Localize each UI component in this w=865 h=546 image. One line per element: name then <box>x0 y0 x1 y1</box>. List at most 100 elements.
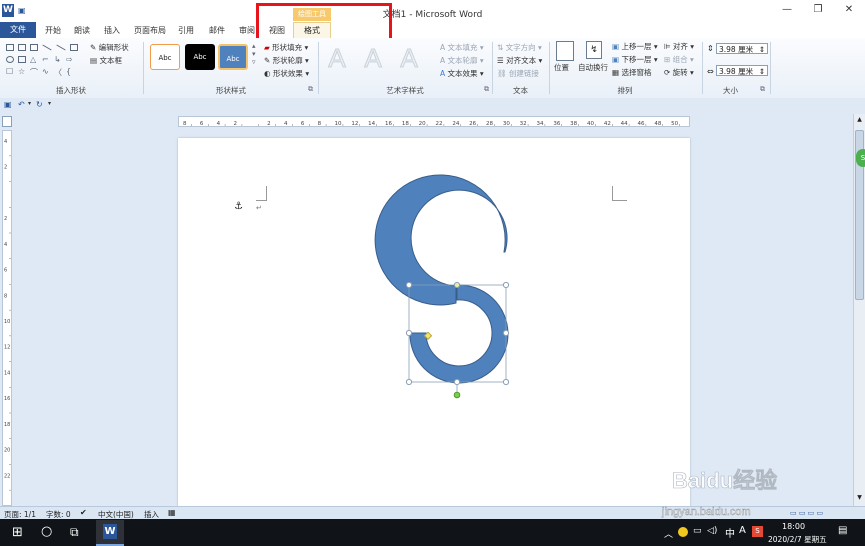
text-fill-button[interactable]: A 文本填充 ▾ <box>440 42 484 53</box>
v-ruler-tick-label: 12 <box>4 345 10 351</box>
undo-icon[interactable]: ↶ <box>18 100 25 109</box>
shape-effects-button[interactable]: ◐ 形状效果 ▾ <box>264 68 309 79</box>
tray-app-icon[interactable] <box>678 527 688 537</box>
document-page[interactable]: ⚓ ↵ <box>178 138 690 508</box>
text-effects-icon: A <box>440 69 448 78</box>
shape-width-input[interactable]: 3.98 厘米 ⇕ <box>716 65 768 76</box>
task-view-icon[interactable]: ⧉ <box>70 525 79 540</box>
resize-handle-bottom-right[interactable] <box>502 378 510 386</box>
tab-references[interactable]: 引用 <box>178 25 194 37</box>
search-icon[interactable]: ○ <box>41 524 52 539</box>
shape-height-input[interactable]: 3.98 厘米 ⇕ <box>716 43 768 54</box>
tab-page-layout[interactable]: 页面布局 <box>134 25 166 37</box>
rotate-button[interactable]: ⟳ 旋转 ▾ <box>664 67 694 78</box>
align-button[interactable]: ⊫ 对齐 ▾ <box>664 41 694 52</box>
tab-selector[interactable] <box>2 116 12 127</box>
h-ruler-tick-label: 42 <box>604 121 611 127</box>
resize-handle-mid-right[interactable] <box>502 329 510 337</box>
resize-handle-bottom-mid[interactable] <box>453 378 461 386</box>
rotation-handle[interactable] <box>453 391 461 399</box>
tab-review[interactable]: 审阅 <box>239 25 255 37</box>
customize-qat-icon[interactable]: ▾ <box>48 100 51 107</box>
proofing-icon[interactable]: ✔ <box>80 508 87 517</box>
clock-date[interactable]: 2020/2/7 星期五 <box>768 534 827 545</box>
tab-insert[interactable]: 插入 <box>104 25 120 37</box>
resize-handle-top-mid[interactable] <box>453 281 461 289</box>
shapes-gallery[interactable]: △ ⌐ ↳ ⇨ ☐ ☆ ⌒ ∿ 〈 { <box>4 42 84 78</box>
tray-expand-icon[interactable]: ︿ <box>664 527 673 540</box>
wordart-launcher-icon[interactable]: ⧉ <box>484 85 489 94</box>
align-text-button[interactable]: ☰ 对齐文本 ▾ <box>497 55 542 66</box>
macro-record-icon[interactable]: ▦ <box>168 508 176 517</box>
edit-shape-button[interactable]: ✎ 编辑形状 <box>90 42 129 53</box>
text-outline-button[interactable]: A 文本轮廓 ▾ <box>440 55 484 66</box>
h-ruler-tick-label: 48 <box>654 121 661 127</box>
ribbon-tab-row <box>0 22 865 39</box>
save-icon[interactable]: ▣ <box>4 100 12 109</box>
shape-styles-group-label: 形状样式 <box>216 86 246 95</box>
send-backward-button[interactable]: ▣ 下移一层 ▾ <box>612 54 658 65</box>
clock-time[interactable]: 18:00 <box>782 522 805 531</box>
create-link-button[interactable]: ⛓ 创建链接 <box>497 68 539 79</box>
position-icon[interactable] <box>556 41 574 61</box>
tab-read-aloud[interactable]: 朗读 <box>74 25 90 37</box>
undo-dropdown-icon[interactable]: ▾ <box>28 100 31 107</box>
redo-icon[interactable]: ↻ <box>36 100 43 109</box>
text-effects-button[interactable]: A 文本效果 ▾ <box>440 68 484 79</box>
maximize-button[interactable]: ❐ <box>803 4 833 18</box>
resize-handle-top-left[interactable] <box>405 281 413 289</box>
shape-style-orange-outline[interactable]: Abc <box>150 44 180 70</box>
shape-styles-launcher-icon[interactable]: ⧉ <box>308 85 313 94</box>
taskbar: ⊞ ○ ⧉ W ︿ ▭ ◁) 中 A S 18:00 2020/2/7 星期五 … <box>0 519 865 546</box>
vertical-scrollbar[interactable]: ▲ ▼ <box>853 114 865 506</box>
tab-file[interactable]: 文件 <box>0 22 36 38</box>
shape-style-blue-selected[interactable]: Abc <box>218 44 248 70</box>
resize-handle-top-right[interactable] <box>502 281 510 289</box>
vertical-ruler[interactable]: 42246810121416182022 <box>2 130 12 506</box>
minimize-button[interactable]: — <box>772 4 802 18</box>
taskbar-word-button[interactable]: W <box>96 520 124 546</box>
network-icon[interactable]: ▭ <box>693 526 702 536</box>
volume-icon[interactable]: ◁) <box>707 526 717 536</box>
top-arc-shape[interactable] <box>374 174 508 306</box>
selection-pane-button[interactable]: ▦ 选择窗格 <box>612 67 651 78</box>
shape-fill-button[interactable]: ▰ 形状填充 ▾ <box>264 42 308 53</box>
h-ruler-tick-label: 50 <box>671 121 678 127</box>
resize-handle-bottom-left[interactable] <box>405 378 413 386</box>
ime-indicator[interactable]: 中 <box>725 525 735 540</box>
shape-width-icon: ⇔ <box>707 67 714 76</box>
rotate-icon: ⟳ <box>664 68 673 77</box>
shape-outline-button[interactable]: ✎ 形状轮廓 ▾ <box>264 55 309 66</box>
group-button[interactable]: ⊞ 组合 ▾ <box>664 54 694 65</box>
group-icon: ⊞ <box>664 55 673 64</box>
sogou-icon[interactable]: S <box>752 526 763 537</box>
view-buttons-icon[interactable]: ▭ ▭ ▭ ▭ <box>790 509 823 517</box>
ime-mode-indicator[interactable]: A <box>739 525 746 536</box>
wordart-style-2[interactable]: A <box>358 44 388 73</box>
scroll-down-icon[interactable]: ▼ <box>855 494 864 502</box>
position-button[interactable]: 位置 <box>554 62 569 73</box>
side-assistant-icon[interactable]: S <box>856 149 865 167</box>
shape-style-black[interactable]: Abc <box>185 44 215 70</box>
text-direction-button[interactable]: ⇅ 文字方向 ▾ <box>497 42 542 53</box>
wordart-style-1[interactable]: A <box>322 44 352 73</box>
notifications-icon[interactable]: ▤ <box>838 525 847 536</box>
resize-handle-mid-left[interactable] <box>405 329 413 337</box>
tab-home[interactable]: 开始 <box>45 25 61 37</box>
styles-scroll-icon[interactable]: ▴ ▾ ▿ <box>252 42 256 66</box>
wrap-text-button[interactable]: 自动换行 <box>578 62 608 73</box>
wrap-text-icon[interactable]: ↯ <box>586 41 602 59</box>
h-ruler-tick-label: 10 <box>335 121 342 127</box>
tab-mailings[interactable]: 邮件 <box>209 25 225 37</box>
wordart-style-3[interactable]: A <box>394 44 424 73</box>
horizontal-ruler[interactable]: 8 6 4 2 2 4 6 8 10 12 14 16 18 20 22 24 26 28 30 32 34 36 38 40… <box>178 116 690 127</box>
v-ruler-tick-label: 4 <box>4 242 7 248</box>
close-button[interactable]: ✕ <box>834 4 864 18</box>
windows-start-icon[interactable]: ⊞ <box>12 525 23 540</box>
text-direction-icon: ⇅ <box>497 43 506 52</box>
scroll-up-icon[interactable]: ▲ <box>855 116 864 124</box>
text-box-button[interactable]: ▤ 文本框 <box>90 55 122 66</box>
size-launcher-icon[interactable]: ⧉ <box>760 85 765 94</box>
insert-shapes-group-label: 插入形状 <box>56 86 86 95</box>
bring-forward-button[interactable]: ▣ 上移一层 ▾ <box>612 41 658 52</box>
